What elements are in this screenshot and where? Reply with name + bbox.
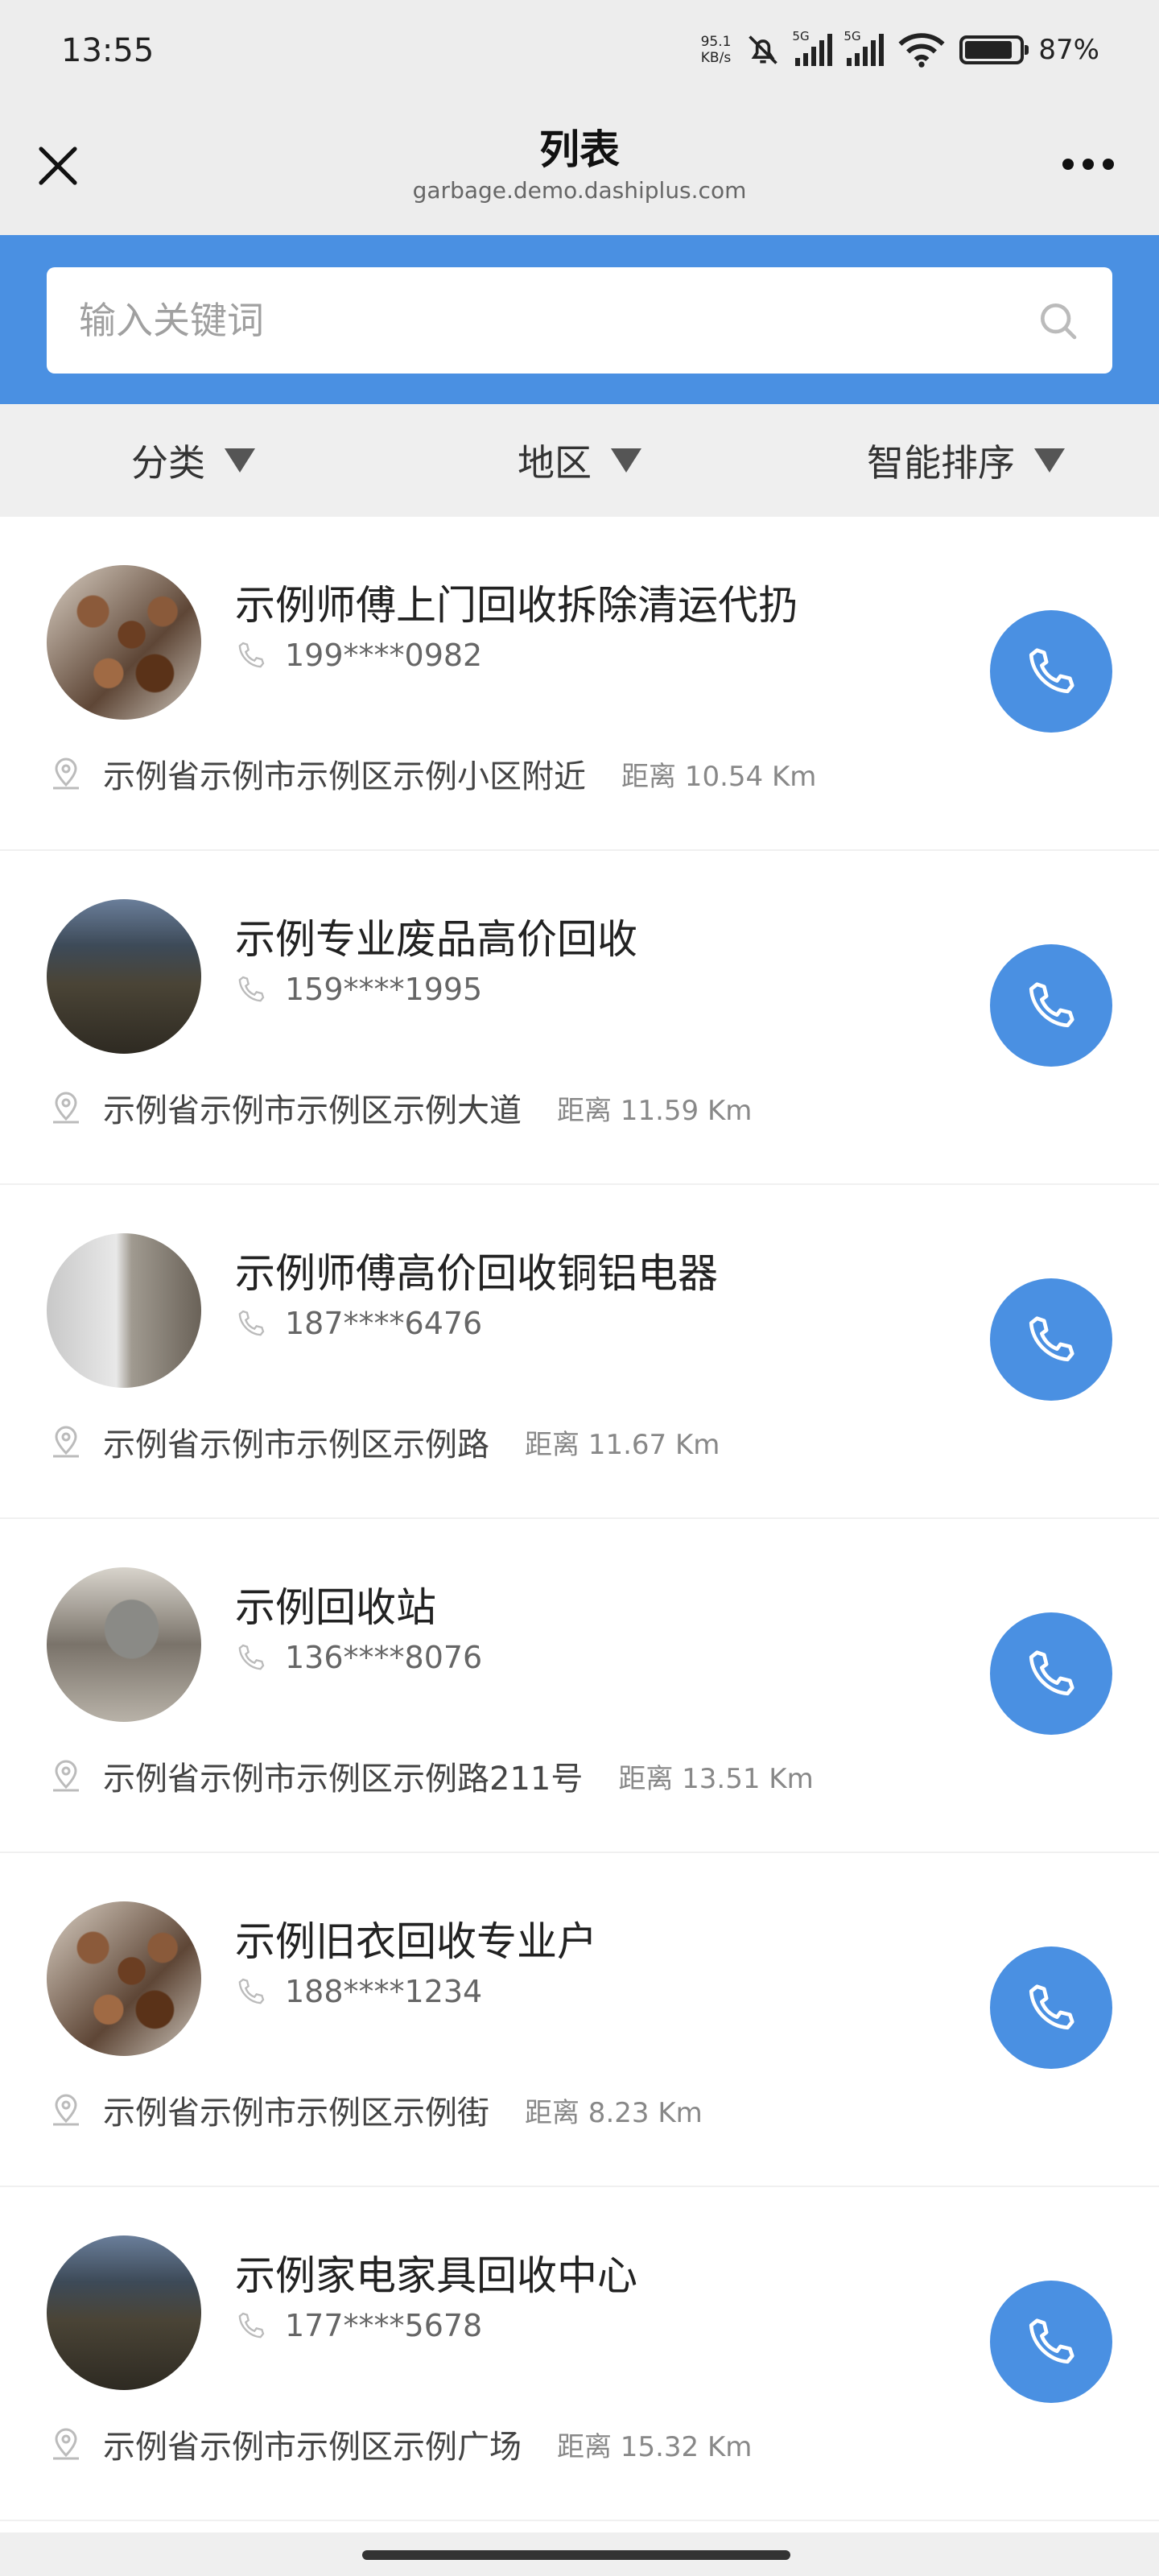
location-pin-icon bbox=[53, 758, 79, 790]
status-time: 13:55 bbox=[61, 32, 155, 69]
item-address: 示例省示例市示例区示例广场 距离 15.32 Km bbox=[47, 2421, 752, 2467]
location-pin-icon bbox=[53, 2094, 79, 2126]
list-item[interactable]: 示例师傅高价回收铜铝电器 187****6476 示例省示例市示例区示例路 距离… bbox=[0, 1185, 1159, 1519]
item-address: 示例省示例市示例区示例街 距离 8.23 Km bbox=[47, 2087, 703, 2133]
location-pin-icon bbox=[53, 2428, 79, 2460]
item-title: 示例家电家具回收中心 bbox=[235, 2252, 637, 2299]
item-title: 示例师傅上门回收拆除清运代扔 bbox=[235, 582, 798, 629]
phone-icon bbox=[238, 642, 265, 668]
item-address: 示例省示例市示例区示例小区附近 距离 10.54 Km bbox=[47, 750, 816, 797]
avatar bbox=[47, 1901, 201, 2056]
wifi-icon bbox=[898, 33, 945, 68]
search-area bbox=[0, 235, 1159, 404]
search-icon[interactable] bbox=[1035, 298, 1080, 343]
filter-region[interactable]: 地区 bbox=[386, 434, 773, 487]
call-button[interactable] bbox=[990, 1278, 1112, 1401]
phone-icon bbox=[238, 2312, 265, 2339]
item-distance: 距离 10.54 Km bbox=[621, 760, 817, 793]
phone-icon bbox=[238, 1978, 265, 2004]
list-item[interactable]: 示例专业废品高价回收 159****1995 示例省示例市示例区示例大道 距离 … bbox=[0, 851, 1159, 1185]
recycler-list: 示例师傅上门回收拆除清运代扔 199****0982 示例省示例市示例区示例小区… bbox=[0, 517, 1159, 2521]
location-pin-icon bbox=[53, 1426, 79, 1458]
search-box[interactable] bbox=[47, 267, 1112, 374]
bell-off-icon bbox=[749, 35, 778, 64]
item-title: 示例专业废品高价回收 bbox=[235, 916, 637, 963]
item-phone: 188****1234 bbox=[235, 1974, 482, 2009]
filter-bar: 分类 地区 智能排序 bbox=[0, 404, 1159, 517]
battery-icon bbox=[959, 35, 1029, 64]
phone-icon bbox=[1029, 982, 1074, 1028]
avatar bbox=[47, 899, 201, 1054]
item-phone: 177****5678 bbox=[235, 2308, 482, 2343]
avatar bbox=[47, 1233, 201, 1388]
item-phone: 199****0982 bbox=[235, 638, 482, 673]
call-button[interactable] bbox=[990, 1612, 1112, 1735]
location-pin-icon bbox=[53, 1092, 79, 1124]
avatar bbox=[47, 2235, 201, 2390]
search-input[interactable] bbox=[79, 299, 1035, 342]
avatar bbox=[47, 565, 201, 720]
call-button[interactable] bbox=[990, 1946, 1112, 2069]
item-distance: 距离 13.51 Km bbox=[618, 1762, 814, 1795]
phone-icon bbox=[1029, 1316, 1074, 1362]
item-address: 示例省示例市示例区示例路 距离 11.67 Km bbox=[47, 1418, 720, 1465]
item-phone: 159****1995 bbox=[235, 972, 482, 1007]
phone-icon bbox=[238, 1644, 265, 1670]
item-title: 示例回收站 bbox=[235, 1584, 436, 1631]
signal-icon: 5G bbox=[792, 29, 833, 66]
call-button[interactable] bbox=[990, 2281, 1112, 2403]
avatar bbox=[47, 1567, 201, 1722]
caret-down-icon bbox=[611, 448, 641, 473]
status-icons: 95.1 KB/s 5G 5G 87% bbox=[701, 27, 1099, 72]
item-distance: 距离 15.32 Km bbox=[557, 2430, 753, 2463]
list-item[interactable]: 示例师傅上门回收拆除清运代扔 199****0982 示例省示例市示例区示例小区… bbox=[0, 517, 1159, 851]
battery-fill bbox=[965, 41, 1012, 59]
filter-sort[interactable]: 智能排序 bbox=[773, 434, 1159, 487]
item-title: 示例师傅高价回收铜铝电器 bbox=[235, 1250, 718, 1297]
item-address: 示例省示例市示例区示例路211号 距离 13.51 Km bbox=[47, 1752, 814, 1799]
call-button[interactable] bbox=[990, 610, 1112, 733]
item-distance: 距离 11.67 Km bbox=[525, 1428, 720, 1461]
caret-down-icon bbox=[225, 448, 255, 473]
list-item[interactable]: 示例回收站 136****8076 示例省示例市示例区示例路211号 距离 13… bbox=[0, 1519, 1159, 1853]
list-item[interactable]: 示例旧衣回收专业户 188****1234 示例省示例市示例区示例街 距离 8.… bbox=[0, 1853, 1159, 2187]
call-button[interactable] bbox=[990, 944, 1112, 1067]
phone-icon bbox=[238, 976, 265, 1002]
network-speed: 95.1 KB/s bbox=[700, 34, 732, 66]
location-pin-icon bbox=[53, 1760, 79, 1792]
more-icon[interactable] bbox=[1062, 156, 1114, 172]
item-distance: 距离 8.23 Km bbox=[525, 2096, 703, 2129]
filter-category[interactable]: 分类 bbox=[0, 434, 386, 487]
phone-icon bbox=[1029, 2318, 1074, 2364]
status-bar: 13:55 95.1 KB/s 5G 5G 87% bbox=[0, 0, 1159, 105]
phone-icon bbox=[1029, 1650, 1074, 1696]
page-url: garbage.demo.dashiplus.com bbox=[412, 177, 747, 204]
page-title: 列表 bbox=[539, 126, 620, 173]
home-indicator[interactable] bbox=[362, 2550, 790, 2560]
item-distance: 距离 11.59 Km bbox=[557, 1094, 753, 1127]
phone-icon bbox=[238, 1310, 265, 1336]
phone-icon bbox=[1029, 1984, 1074, 2030]
caret-down-icon bbox=[1034, 448, 1065, 473]
battery-percent: 87% bbox=[1038, 34, 1099, 66]
item-phone: 187****6476 bbox=[235, 1306, 482, 1341]
phone-icon bbox=[1029, 648, 1074, 694]
list-item[interactable]: 示例家电家具回收中心 177****5678 示例省示例市示例区示例广场 距离 … bbox=[0, 2187, 1159, 2521]
nav-bar: 列表 garbage.demo.dashiplus.com bbox=[0, 105, 1159, 235]
bottom-bar bbox=[0, 2533, 1159, 2576]
item-address: 示例省示例市示例区示例大道 距离 11.59 Km bbox=[47, 1084, 752, 1131]
item-phone: 136****8076 bbox=[235, 1640, 482, 1675]
item-title: 示例旧衣回收专业户 bbox=[235, 1918, 597, 1965]
signal-icon: 5G bbox=[843, 29, 885, 66]
